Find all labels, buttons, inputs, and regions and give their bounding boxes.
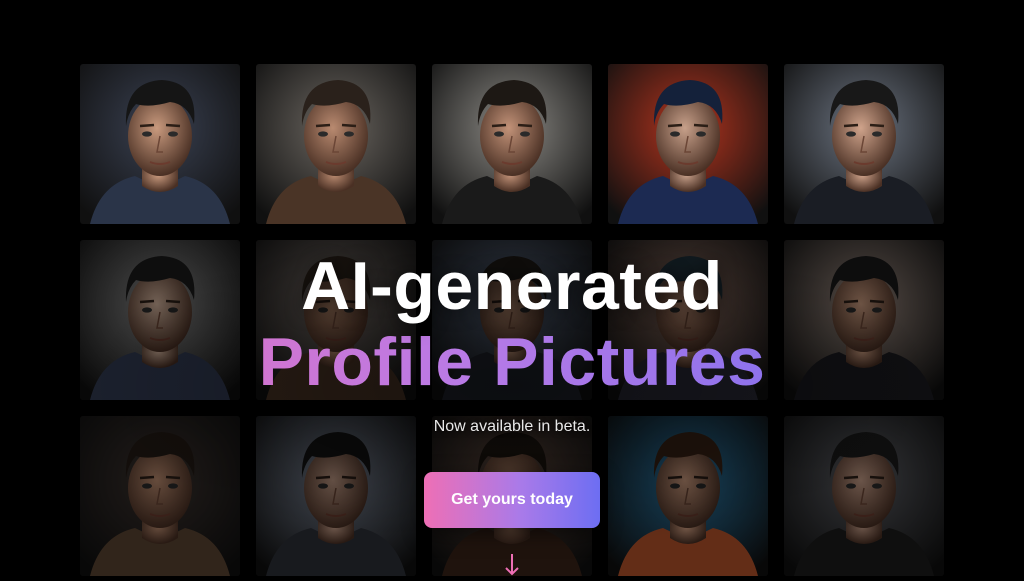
portrait-tile [80,416,240,576]
hero-subtitle: Now available in beta. [433,418,591,435]
portrait-image [784,64,944,224]
get-yours-today-button[interactable]: Get yours today [424,472,600,528]
hero-title-line2: Profile Pictures [0,324,1024,400]
portrait-tile [256,416,416,576]
portrait-image [608,416,768,576]
portrait-image [784,416,944,576]
portrait-image [256,416,416,576]
portrait-tile [256,64,416,224]
portrait-image [80,64,240,224]
portrait-tile [784,64,944,224]
hero-title: AI-generated Profile Pictures [0,248,1024,400]
scroll-down-arrow-icon[interactable] [503,554,521,576]
portrait-image [80,416,240,576]
portrait-tile [608,64,768,224]
portrait-tile [432,64,592,224]
portrait-tile [80,64,240,224]
portrait-tile [784,416,944,576]
portrait-image [256,64,416,224]
hero-title-line1: AI-generated [301,248,723,324]
portrait-image [608,64,768,224]
portrait-tile [608,416,768,576]
portrait-image [432,64,592,224]
